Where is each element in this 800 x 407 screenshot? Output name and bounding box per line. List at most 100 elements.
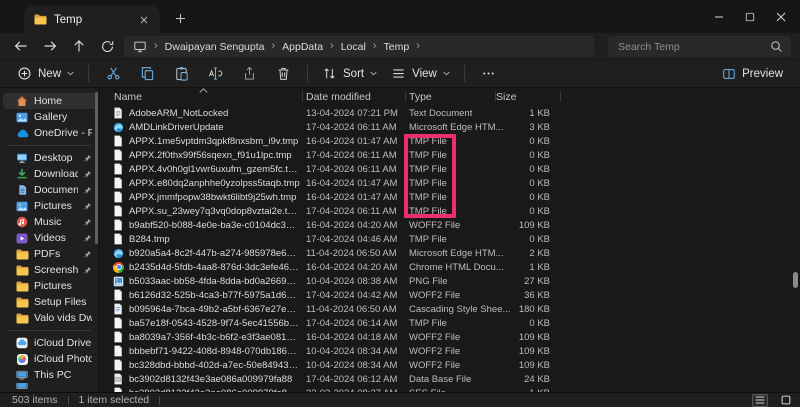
breadcrumb-item[interactable]: AppData — [282, 41, 323, 53]
file-row[interactable]: APPX.1me5vptdm3qpkf8nxsbm_i9v.tmp 16-04-… — [101, 134, 800, 148]
file-row[interactable]: ba57e18f-0543-4528-9f74-5ec41556b1b2.tmp… — [101, 316, 800, 330]
sidebar-item-pictures[interactable]: Pictures — [3, 278, 96, 294]
sidebar-scrollbar[interactable] — [95, 92, 98, 244]
sidebar-item-setup-files[interactable]: Setup Files — [3, 294, 96, 310]
file-row[interactable]: APPX.jmmfpopw38bwkt6libt9j25wh.tmp 16-04… — [101, 190, 800, 204]
sidebar-item-valo-vids-dwai[interactable]: Valo vids Dwai — [3, 310, 96, 326]
breadcrumb-item[interactable]: Temp — [384, 41, 410, 53]
view-button[interactable]: View — [384, 62, 457, 85]
minimize-button[interactable] — [703, 0, 734, 33]
file-icon — [113, 289, 129, 301]
list-header: Name Date modified Type Size — [101, 88, 800, 106]
column-divider[interactable] — [495, 91, 496, 102]
file-row[interactable]: B284.tmp 17-04-2024 04:46 AM TMP File 0 … — [101, 232, 800, 246]
tab-temp[interactable]: Temp — [24, 6, 160, 33]
file-row[interactable]: bc328dbd-bbbd-402d-a7ec-50e8494314dc.tm.… — [101, 358, 800, 372]
sidebar-item-pictures[interactable]: Pictures — [3, 198, 96, 214]
sidebar-item-documents[interactable]: Documents — [3, 182, 96, 198]
file-row[interactable]: APPX.su_23wey7q3vq0dop8vztai2e.tmp 17-04… — [101, 204, 800, 218]
sidebar-item-this-pc[interactable]: This PC — [3, 367, 96, 383]
sidebar-item-screenshots[interactable]: Screenshots — [3, 262, 96, 278]
pin-icon — [83, 186, 92, 195]
column-divider[interactable] — [302, 91, 303, 102]
maximize-button[interactable] — [734, 0, 765, 33]
file-row[interactable]: b5033aac-bb58-4fda-8dda-bd0a2669932f.tmp… — [101, 274, 800, 288]
file-row[interactable]: b9abf520-b088-4e0e-ba3e-c0104dc3749d.tmp… — [101, 218, 800, 232]
sidebar-item-downloads[interactable]: Downloads — [3, 166, 96, 182]
selection-count: 1 item selected — [79, 394, 150, 406]
file-row[interactable]: bbbebf71-9422-408d-8948-070db18691c9.tm.… — [101, 344, 800, 358]
share-button[interactable] — [234, 62, 264, 85]
sidebar-item-music[interactable]: Music — [3, 214, 96, 230]
back-button[interactable] — [6, 34, 35, 58]
search-box[interactable] — [608, 36, 791, 57]
chevron-right-icon: › — [272, 41, 276, 52]
home-icon — [15, 95, 29, 107]
column-header-date-modified[interactable]: Date modified — [306, 91, 371, 103]
sidebar-nav: Home Gallery OneDrive - Personal Desktop… — [0, 88, 100, 392]
file-list-pane: Name Date modified Type Size AdobeARM_No… — [101, 88, 800, 392]
view-lines-icon — [391, 66, 406, 81]
breadcrumb-item[interactable]: Dwaipayan Sengupta — [165, 41, 265, 53]
refresh-button[interactable] — [93, 34, 122, 58]
file-row[interactable]: APPX.e80dq2anphhe0yzolpss5taqb.tmp 16-04… — [101, 176, 800, 190]
file-row[interactable]: AdobeARM_NotLocked 13-04-2024 07:21 PM T… — [101, 106, 800, 120]
preview-pane-icon — [722, 67, 736, 81]
sidebar-item-videos[interactable]: Videos — [3, 230, 96, 246]
sort-button[interactable]: Sort — [315, 62, 384, 85]
file-row[interactable]: APPX.2f0thx99f56sqexn_f91u1lpc.tmp 17-04… — [101, 148, 800, 162]
more-button[interactable] — [474, 62, 504, 85]
copy-button[interactable] — [132, 62, 162, 85]
sidebar-item-home[interactable]: Home — [3, 93, 96, 109]
file-row[interactable]: b095964a-7bca-49b2-a5bf-6367e27e1e79.tmp… — [101, 302, 800, 316]
column-header-name[interactable]: Name — [114, 91, 142, 103]
edge-icon — [113, 248, 129, 259]
column-divider[interactable] — [405, 91, 406, 102]
file-icon — [113, 317, 129, 329]
sidebar-item-icloud-drive[interactable]: iCloud Drive — [3, 335, 96, 351]
column-header-size[interactable]: Size — [496, 91, 516, 103]
file-row[interactable]: b2435d4d-5fdb-4aa8-876d-3dc3efe46be9.tmp… — [101, 260, 800, 274]
chevron-right-icon: › — [416, 41, 420, 52]
breadcrumb-item[interactable]: Local — [341, 41, 366, 53]
file-icon — [113, 177, 129, 189]
tab-close-icon[interactable] — [137, 13, 151, 27]
list-scrollbar[interactable] — [793, 272, 798, 288]
details-view-button[interactable] — [752, 394, 768, 407]
preview-button[interactable]: Preview — [715, 63, 790, 85]
folder-icon — [15, 265, 29, 276]
search-input[interactable] — [616, 40, 769, 54]
new-tab-button[interactable] — [172, 10, 188, 26]
db-icon — [113, 373, 129, 385]
file-row[interactable]: APPX.4v0h0gl1vwr6uxufm_gzem5fc.tmp 17-04… — [101, 162, 800, 176]
file-row[interactable]: bc3902d8132f43e3ae086a009979fa88 17-04-2… — [101, 372, 800, 386]
thumbnails-view-button[interactable] — [778, 394, 794, 407]
file-row[interactable]: b6126d32-525b-4ca3-b77f-5975a1d6de7d.tm.… — [101, 288, 800, 302]
paste-button[interactable] — [166, 62, 196, 85]
column-header-type[interactable]: Type — [409, 91, 432, 103]
file-row[interactable]: b920a5a4-8c2f-447b-a274-985978e6298f.tmp… — [101, 246, 800, 260]
file-row[interactable]: AMDLinkDriverUpdate 17-04-2024 06:11 AM … — [101, 120, 800, 134]
sidebar-item-icloud-photos[interactable]: iCloud Photos — [3, 351, 96, 367]
sidebar-item-desktop[interactable]: Desktop — [3, 150, 96, 166]
sidebar-item-gallery[interactable]: Gallery — [3, 109, 96, 125]
sidebar-item-partial[interactable] — [3, 383, 96, 389]
sort-ascending-icon — [199, 88, 208, 93]
rename-icon — [208, 66, 223, 81]
column-divider[interactable] — [560, 91, 561, 102]
sidebar-item-onedrive-personal[interactable]: OneDrive - Personal — [3, 125, 96, 141]
copy-icon — [140, 66, 155, 81]
rename-button[interactable] — [200, 62, 230, 85]
new-button[interactable]: New — [10, 62, 81, 85]
divider — [68, 396, 69, 405]
cut-button[interactable] — [98, 62, 128, 85]
file-icon — [113, 233, 129, 245]
close-button[interactable] — [765, 0, 796, 33]
file-row[interactable]: ba8039a7-356f-4b3c-b6f2-e3f3ae081944.tmp… — [101, 330, 800, 344]
chevron-right-icon: › — [373, 41, 377, 52]
breadcrumb[interactable]: › Dwaipayan Sengupta›AppData›Local›Temp› — [124, 36, 594, 57]
forward-button[interactable] — [35, 34, 64, 58]
sidebar-item-pdfs[interactable]: PDFs — [3, 246, 96, 262]
delete-button[interactable] — [268, 62, 298, 85]
up-button[interactable] — [64, 34, 93, 58]
